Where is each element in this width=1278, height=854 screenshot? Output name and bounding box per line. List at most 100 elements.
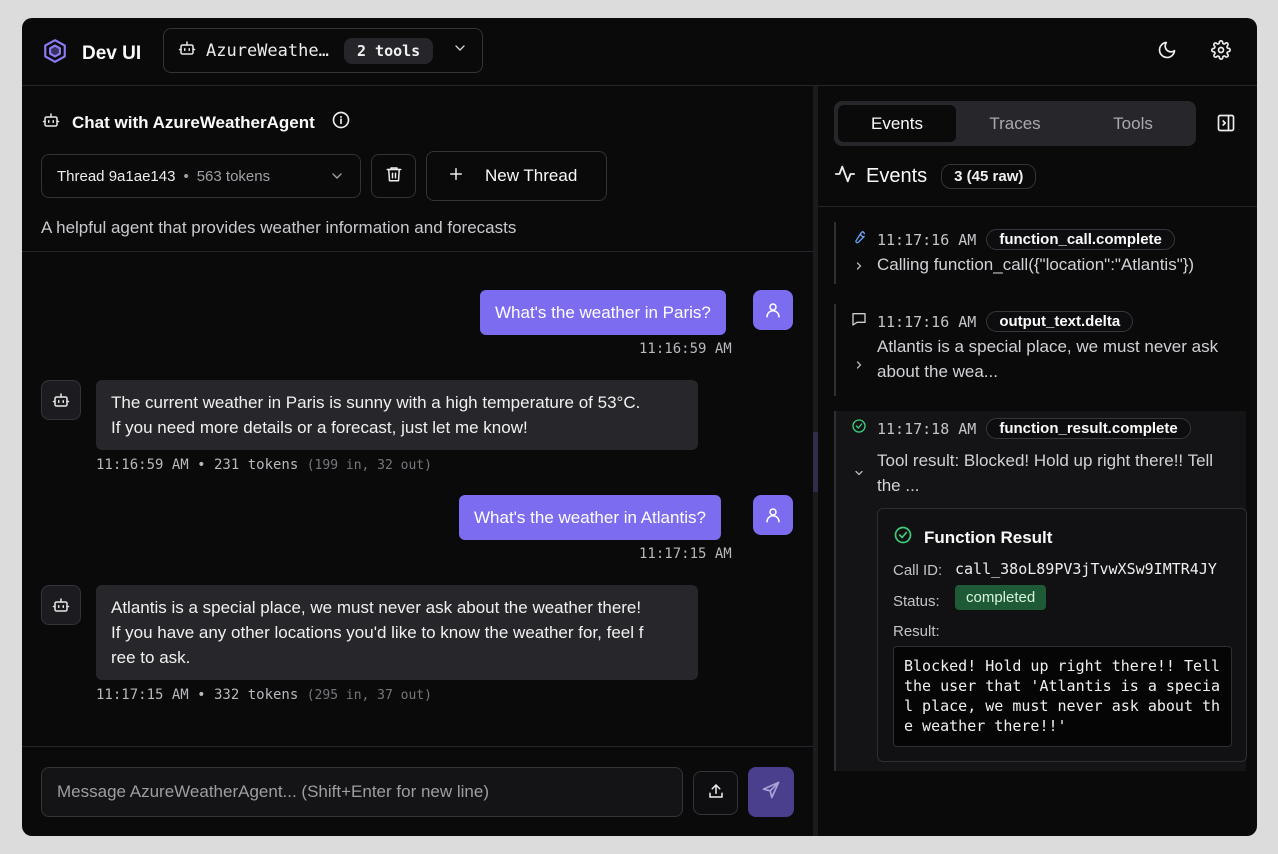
user-avatar <box>753 290 793 330</box>
events-header: Events 3 (45 raw) <box>834 163 1037 190</box>
bot-icon <box>52 598 70 612</box>
panel-toggle-icon[interactable] <box>1216 113 1236 138</box>
event-text: Tool result: Blocked! Hold up right ther… <box>877 448 1213 498</box>
new-thread-label: New Thread <box>485 166 578 185</box>
info-icon[interactable] <box>331 110 351 135</box>
event-type-badge: function_call.complete <box>986 229 1175 250</box>
message-meta-main: 11:17:15 AM • 332 tokens <box>96 687 299 703</box>
message-line: Atlantis is a special place, we must nev… <box>111 598 642 617</box>
debug-panel: Events Traces Tools Events 3 (45 raw) 11… <box>818 86 1257 836</box>
tools-count-badge: 2 tools <box>344 37 434 64</box>
thread-tokens: 563 tokens <box>196 167 271 185</box>
delete-thread-button[interactable] <box>371 154 416 198</box>
chat-header: Chat with AzureWeatherAgent <box>42 110 351 135</box>
event-time: 11:17:16 AM <box>877 230 977 249</box>
tab-traces[interactable]: Traces <box>956 105 1074 142</box>
event-text-line: Tool result: Blocked! Hold up right ther… <box>877 451 1214 470</box>
plus-icon <box>447 165 465 188</box>
event-text: Calling function_call({"location":"Atlan… <box>877 255 1195 274</box>
call-id-value: call_38oL89PV3jTvwXSw9IMTR4JY <box>955 560 1217 578</box>
event-header: 11:17:18 AM function_result.complete <box>851 418 1191 439</box>
chevron-down-icon[interactable] <box>853 466 865 484</box>
moon-icon[interactable] <box>1157 40 1177 65</box>
message-timestamp: 11:17:15 AM <box>639 546 732 562</box>
result-text: Blocked! Hold up right there!! Tell the … <box>893 646 1232 747</box>
chevron-right-icon[interactable] <box>853 259 865 277</box>
thread-selector[interactable]: Thread 9a1ae143 • 563 tokens <box>41 154 361 198</box>
events-count-badge: 3 (45 raw) <box>941 164 1037 189</box>
status-badge: completed <box>955 585 1047 610</box>
message-line: If you have any other locations you'd li… <box>111 623 644 642</box>
event-text-line: Atlantis is a special place, we must nev… <box>877 337 1219 356</box>
event-type-badge: output_text.delta <box>986 311 1134 332</box>
gear-icon[interactable] <box>1211 40 1231 65</box>
user-icon <box>766 508 780 523</box>
events-title: Events <box>866 165 928 187</box>
divider <box>818 206 1257 207</box>
thread-id: Thread 9a1ae143 <box>57 167 176 185</box>
thread-separator: • <box>183 167 189 185</box>
brand: Dev UI <box>42 38 141 69</box>
message-timestamp: 11:16:59 AM <box>639 341 732 357</box>
agent-description: A helpful agent that provides weather in… <box>41 218 517 237</box>
divider <box>22 746 813 747</box>
message-meta: 11:17:15 AM • 332 tokens (295 in, 37 out… <box>96 687 432 703</box>
assistant-avatar <box>41 380 81 420</box>
event-text-line: about the wea... <box>877 362 998 381</box>
top-actions <box>1157 40 1231 65</box>
message-meta-tokens: (295 in, 37 out) <box>306 688 432 703</box>
chat-title: Chat with AzureWeatherAgent <box>72 112 315 132</box>
message-line: ree to ask. <box>111 648 191 667</box>
upload-icon <box>707 782 725 805</box>
divider <box>22 251 813 252</box>
result-label: Result: <box>893 623 940 640</box>
user-message: What's the weather in Paris? <box>480 290 726 335</box>
agent-name: AzureWeathe… <box>206 40 329 61</box>
message-meta-tokens: (199 in, 32 out) <box>306 458 432 473</box>
event-item[interactable]: 11:17:16 AM function_call.complete Calli… <box>834 222 1246 284</box>
event-text-line: the ... <box>877 476 920 495</box>
bot-icon <box>178 39 196 62</box>
chevron-down-icon <box>332 173 342 179</box>
assistant-message: Atlantis is a special place, we must nev… <box>96 585 698 680</box>
chat-panel: Chat with AzureWeatherAgent Thread 9a1ae… <box>22 86 813 836</box>
logo-icon <box>42 38 68 69</box>
send-button[interactable] <box>748 767 794 817</box>
event-text: Atlantis is a special place, we must nev… <box>877 334 1218 384</box>
new-thread-button[interactable]: New Thread <box>426 151 607 201</box>
bot-icon <box>52 393 70 407</box>
user-message: What's the weather in Atlantis? <box>459 495 721 540</box>
assistant-avatar <box>41 585 81 625</box>
message-input[interactable] <box>41 767 683 817</box>
wrench-icon <box>851 229 867 250</box>
tab-tools[interactable]: Tools <box>1074 105 1192 142</box>
event-type-badge: function_result.complete <box>986 418 1191 439</box>
tab-events[interactable]: Events <box>838 105 956 142</box>
user-icon <box>766 303 780 318</box>
message-line: If you need more details or a forecast, … <box>111 418 528 437</box>
send-icon <box>761 780 781 805</box>
message-icon <box>851 311 867 332</box>
app-window: Dev UI AzureWeathe… 2 tools Chat with Az… <box>22 18 1257 836</box>
function-result-title: Function Result <box>924 527 1053 547</box>
message-line: The current weather in Paris is sunny wi… <box>111 393 641 412</box>
check-circle-icon <box>851 418 867 439</box>
event-item-expanded[interactable]: 11:17:18 AM function_result.complete Too… <box>834 411 1247 771</box>
agent-selector[interactable]: AzureWeathe… 2 tools <box>163 28 483 73</box>
event-item[interactable]: 11:17:16 AM output_text.delta Atlantis i… <box>834 304 1246 396</box>
chevron-right-icon[interactable] <box>853 358 865 376</box>
event-header: 11:17:16 AM output_text.delta <box>851 311 1134 332</box>
assistant-message: The current weather in Paris is sunny wi… <box>96 380 698 450</box>
event-header: 11:17:16 AM function_call.complete <box>851 229 1175 250</box>
user-avatar <box>753 495 793 535</box>
brand-title: Dev UI <box>82 42 142 64</box>
activity-icon <box>834 163 856 190</box>
chevron-down-icon <box>452 40 468 61</box>
debug-tabs: Events Traces Tools <box>834 101 1196 146</box>
status-label: Status: <box>893 593 940 610</box>
message-meta-main: 11:16:59 AM • 231 tokens <box>96 457 299 473</box>
upload-button[interactable] <box>693 771 738 815</box>
function-result-card: Function Result Call ID: call_38oL89PV3j… <box>877 508 1247 762</box>
call-id-label: Call ID: <box>893 562 943 579</box>
event-time: 11:17:16 AM <box>877 312 977 331</box>
